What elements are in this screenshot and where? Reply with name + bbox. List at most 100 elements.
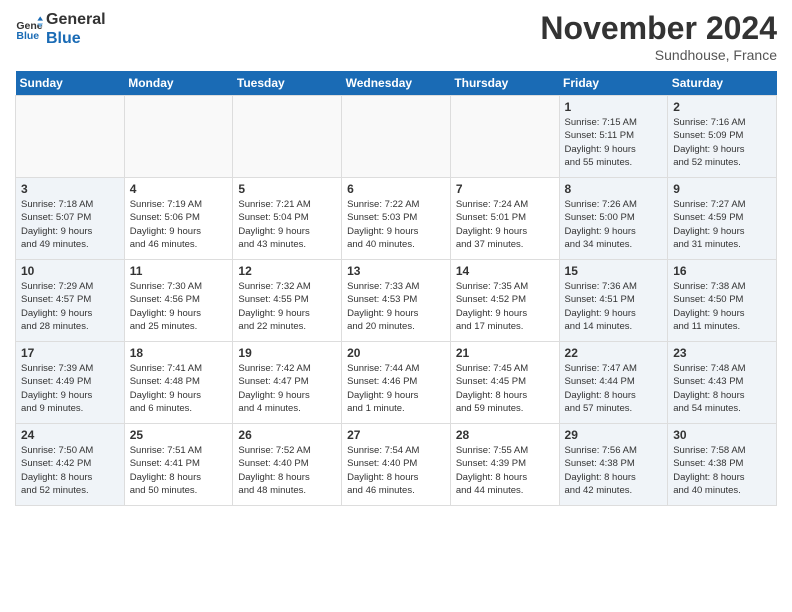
day-info: Sunrise: 7:38 AM Sunset: 4:50 PM Dayligh…	[673, 280, 771, 333]
day-number: 26	[238, 428, 336, 442]
day-info: Sunrise: 7:33 AM Sunset: 4:53 PM Dayligh…	[347, 280, 445, 333]
col-header-tuesday: Tuesday	[233, 71, 342, 96]
svg-text:Blue: Blue	[16, 30, 39, 42]
day-info: Sunrise: 7:44 AM Sunset: 4:46 PM Dayligh…	[347, 362, 445, 415]
day-info: Sunrise: 7:26 AM Sunset: 5:00 PM Dayligh…	[565, 198, 663, 251]
calendar-cell: 4 Sunrise: 7:19 AM Sunset: 5:06 PM Daylig…	[124, 178, 233, 260]
day-info: Sunrise: 7:24 AM Sunset: 5:01 PM Dayligh…	[456, 198, 554, 251]
week-row-4: 17 Sunrise: 7:39 AM Sunset: 4:49 PM Dayli…	[16, 342, 777, 424]
day-number: 7	[456, 182, 554, 196]
calendar-cell: 30Sunrise: 7:58 AM Sunset: 4:38 PM Dayli…	[668, 424, 777, 506]
day-number: 2	[673, 100, 771, 114]
day-number: 19	[238, 346, 336, 360]
month-title: November 2024	[540, 10, 777, 47]
day-number: 9	[673, 182, 771, 196]
calendar-cell: 26 Sunrise: 7:52 AM Sunset: 4:40 PM Dayli…	[233, 424, 342, 506]
day-number: 21	[456, 346, 554, 360]
col-header-sunday: Sunday	[16, 71, 125, 96]
calendar-cell: 23Sunrise: 7:48 AM Sunset: 4:43 PM Dayli…	[668, 342, 777, 424]
title-block: November 2024 Sundhouse, France	[540, 10, 777, 63]
calendar-cell: 1 Sunrise: 7:15 AM Sunset: 5:11 PM Daylig…	[559, 96, 668, 178]
logo: General Blue General Blue	[15, 10, 106, 48]
day-number: 28	[456, 428, 554, 442]
day-number: 4	[130, 182, 228, 196]
week-row-1: 1 Sunrise: 7:15 AM Sunset: 5:11 PM Daylig…	[16, 96, 777, 178]
col-header-thursday: Thursday	[450, 71, 559, 96]
day-number: 10	[21, 264, 119, 278]
calendar-cell: 19 Sunrise: 7:42 AM Sunset: 4:47 PM Dayli…	[233, 342, 342, 424]
day-info: Sunrise: 7:48 AM Sunset: 4:43 PM Dayligh…	[673, 362, 771, 415]
day-info: Sunrise: 7:30 AM Sunset: 4:56 PM Dayligh…	[130, 280, 228, 333]
day-number: 29	[565, 428, 663, 442]
day-info: Sunrise: 7:15 AM Sunset: 5:11 PM Dayligh…	[565, 116, 663, 169]
calendar-cell: 15 Sunrise: 7:36 AM Sunset: 4:51 PM Dayli…	[559, 260, 668, 342]
day-info: Sunrise: 7:45 AM Sunset: 4:45 PM Dayligh…	[456, 362, 554, 415]
calendar-cell: 20 Sunrise: 7:44 AM Sunset: 4:46 PM Dayli…	[342, 342, 451, 424]
day-info: Sunrise: 7:35 AM Sunset: 4:52 PM Dayligh…	[456, 280, 554, 333]
day-number: 20	[347, 346, 445, 360]
calendar-cell: 10 Sunrise: 7:29 AM Sunset: 4:57 PM Dayli…	[16, 260, 125, 342]
week-row-3: 10 Sunrise: 7:29 AM Sunset: 4:57 PM Dayli…	[16, 260, 777, 342]
logo-icon: General Blue	[15, 15, 43, 43]
page-container: General Blue General Blue November 2024 …	[0, 0, 792, 516]
calendar-cell: 8 Sunrise: 7:26 AM Sunset: 5:00 PM Daylig…	[559, 178, 668, 260]
calendar-cell: 14Sunrise: 7:35 AM Sunset: 4:52 PM Dayli…	[450, 260, 559, 342]
day-info: Sunrise: 7:42 AM Sunset: 4:47 PM Dayligh…	[238, 362, 336, 415]
calendar-cell: 13Sunrise: 7:33 AM Sunset: 4:53 PM Dayli…	[342, 260, 451, 342]
day-info: Sunrise: 7:39 AM Sunset: 4:49 PM Dayligh…	[21, 362, 119, 415]
calendar-cell: 27 Sunrise: 7:54 AM Sunset: 4:40 PM Dayli…	[342, 424, 451, 506]
calendar-cell	[342, 96, 451, 178]
day-info: Sunrise: 7:51 AM Sunset: 4:41 PM Dayligh…	[130, 444, 228, 497]
calendar-cell	[16, 96, 125, 178]
location-subtitle: Sundhouse, France	[540, 47, 777, 63]
day-info: Sunrise: 7:55 AM Sunset: 4:39 PM Dayligh…	[456, 444, 554, 497]
day-info: Sunrise: 7:32 AM Sunset: 4:55 PM Dayligh…	[238, 280, 336, 333]
calendar-cell: 3Sunrise: 7:18 AM Sunset: 5:07 PM Daylig…	[16, 178, 125, 260]
calendar-header-row: SundayMondayTuesdayWednesdayThursdayFrid…	[16, 71, 777, 96]
day-info: Sunrise: 7:29 AM Sunset: 4:57 PM Dayligh…	[21, 280, 119, 333]
day-number: 11	[130, 264, 228, 278]
calendar-cell: 24 Sunrise: 7:50 AM Sunset: 4:42 PM Dayli…	[16, 424, 125, 506]
day-number: 22	[565, 346, 663, 360]
day-info: Sunrise: 7:56 AM Sunset: 4:38 PM Dayligh…	[565, 444, 663, 497]
day-number: 30	[673, 428, 771, 442]
day-number: 17	[21, 346, 119, 360]
calendar-cell: 28 Sunrise: 7:55 AM Sunset: 4:39 PM Dayli…	[450, 424, 559, 506]
day-number: 15	[565, 264, 663, 278]
day-number: 1	[565, 100, 663, 114]
calendar-cell: 16 Sunrise: 7:38 AM Sunset: 4:50 PM Dayli…	[668, 260, 777, 342]
day-info: Sunrise: 7:19 AM Sunset: 5:06 PM Dayligh…	[130, 198, 228, 251]
day-number: 27	[347, 428, 445, 442]
day-info: Sunrise: 7:50 AM Sunset: 4:42 PM Dayligh…	[21, 444, 119, 497]
day-number: 18	[130, 346, 228, 360]
day-info: Sunrise: 7:47 AM Sunset: 4:44 PM Dayligh…	[565, 362, 663, 415]
calendar-cell	[450, 96, 559, 178]
logo-general: General	[46, 10, 106, 29]
day-number: 8	[565, 182, 663, 196]
day-info: Sunrise: 7:54 AM Sunset: 4:40 PM Dayligh…	[347, 444, 445, 497]
col-header-saturday: Saturday	[668, 71, 777, 96]
calendar-cell: 22 Sunrise: 7:47 AM Sunset: 4:44 PM Dayli…	[559, 342, 668, 424]
day-info: Sunrise: 7:27 AM Sunset: 4:59 PM Dayligh…	[673, 198, 771, 251]
calendar-cell: 25Sunrise: 7:51 AM Sunset: 4:41 PM Dayli…	[124, 424, 233, 506]
day-number: 5	[238, 182, 336, 196]
day-number: 6	[347, 182, 445, 196]
col-header-monday: Monday	[124, 71, 233, 96]
col-header-friday: Friday	[559, 71, 668, 96]
day-number: 12	[238, 264, 336, 278]
calendar-cell: 5Sunrise: 7:21 AM Sunset: 5:04 PM Daylig…	[233, 178, 342, 260]
day-number: 24	[21, 428, 119, 442]
calendar-cell: 21 Sunrise: 7:45 AM Sunset: 4:45 PM Dayli…	[450, 342, 559, 424]
day-number: 16	[673, 264, 771, 278]
calendar-table: SundayMondayTuesdayWednesdayThursdayFrid…	[15, 71, 777, 506]
calendar-cell: 12 Sunrise: 7:32 AM Sunset: 4:55 PM Dayli…	[233, 260, 342, 342]
calendar-cell: 2Sunrise: 7:16 AM Sunset: 5:09 PM Daylig…	[668, 96, 777, 178]
col-header-wednesday: Wednesday	[342, 71, 451, 96]
day-info: Sunrise: 7:36 AM Sunset: 4:51 PM Dayligh…	[565, 280, 663, 333]
day-number: 3	[21, 182, 119, 196]
day-info: Sunrise: 7:52 AM Sunset: 4:40 PM Dayligh…	[238, 444, 336, 497]
calendar-cell: 6Sunrise: 7:22 AM Sunset: 5:03 PM Daylig…	[342, 178, 451, 260]
calendar-cell: 29 Sunrise: 7:56 AM Sunset: 4:38 PM Dayli…	[559, 424, 668, 506]
week-row-2: 3Sunrise: 7:18 AM Sunset: 5:07 PM Daylig…	[16, 178, 777, 260]
calendar-cell: 7 Sunrise: 7:24 AM Sunset: 5:01 PM Daylig…	[450, 178, 559, 260]
